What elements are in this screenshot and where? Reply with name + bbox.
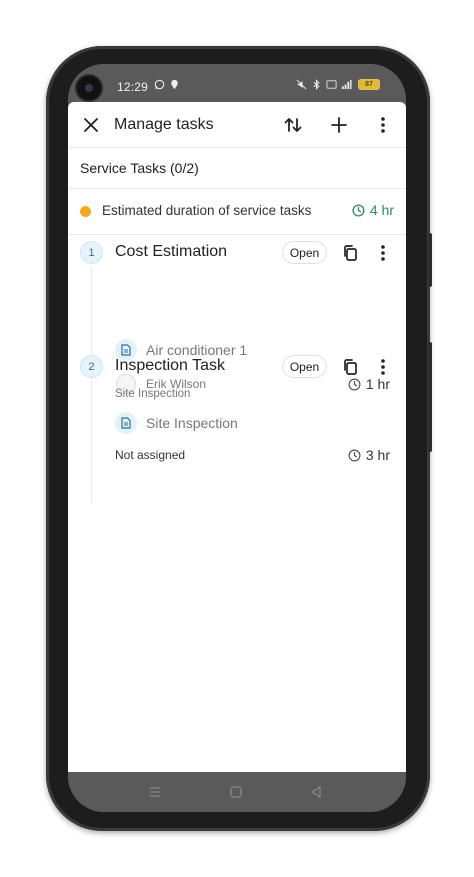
section-title: Service Tasks (0/2): [80, 160, 199, 176]
front-camera: [77, 76, 101, 100]
page-title: Manage tasks: [114, 116, 214, 133]
task-duration: 3 hr: [348, 447, 390, 463]
volte-icon: [326, 80, 337, 89]
asset-name[interactable]: Site Inspection: [146, 415, 238, 431]
estimated-duration-text: 4 hr: [369, 202, 394, 218]
volume-button: [428, 233, 432, 287]
clock-icon: [352, 203, 365, 217]
app-content: Manage tasks Service Tasks (0/2) Estimat…: [68, 102, 406, 772]
status-bar: 12:29 87: [68, 64, 406, 104]
mute-icon: [296, 79, 307, 90]
more-vert-icon[interactable]: [370, 112, 396, 138]
battery-indicator: 87: [358, 79, 380, 90]
top-app-bar: Manage tasks: [68, 102, 406, 148]
status-time: 12:29: [117, 80, 149, 94]
signal-icon: [341, 79, 352, 90]
task-number: 1: [80, 241, 103, 264]
more-vert-icon[interactable]: [372, 356, 394, 378]
menu-nav-icon[interactable]: [145, 782, 165, 802]
task-duration-text: 3 hr: [365, 447, 390, 463]
location-icon: [171, 79, 178, 90]
add-icon[interactable]: [326, 112, 352, 138]
status-dot: [80, 206, 91, 217]
power-button: [428, 342, 432, 452]
task-subtitle: Site Inspection: [115, 388, 191, 400]
estimated-duration-label: Estimated duration of service tasks: [102, 203, 312, 218]
document-icon: [115, 412, 137, 434]
copy-icon[interactable]: [339, 356, 361, 378]
estimated-duration-row: Estimated duration of service tasks 4 hr: [68, 198, 406, 226]
copy-icon[interactable]: [339, 242, 361, 264]
clock-icon: [348, 449, 361, 461]
task-duration: 1 hr: [348, 376, 390, 392]
system-icons: [296, 79, 352, 90]
assignee-name: Not assigned: [115, 448, 186, 462]
asset-name[interactable]: Air conditioner 1: [146, 342, 247, 358]
divider: [68, 188, 406, 189]
bluetooth-icon: [313, 79, 320, 90]
status-chip[interactable]: Open: [282, 355, 327, 378]
clock-icon: [348, 378, 361, 390]
close-icon[interactable]: [78, 112, 104, 138]
estimated-duration-value: 4 hr: [352, 202, 394, 218]
home-nav-icon[interactable]: [226, 782, 246, 802]
task-number: 2: [80, 355, 103, 378]
back-nav-icon[interactable]: [306, 782, 326, 802]
screen: 12:29 87 Manage tasks Service Tasks (0/2…: [68, 64, 406, 812]
task-duration-text: 1 hr: [365, 376, 390, 392]
notification-icons: [154, 79, 180, 90]
task-name[interactable]: Inspection Task: [115, 357, 225, 375]
more-vert-icon[interactable]: [372, 242, 394, 264]
whatsapp-icon: [154, 79, 165, 90]
system-nav-bar: [68, 772, 406, 812]
timeline-line: [91, 267, 92, 503]
sort-icon[interactable]: [280, 112, 306, 138]
task-name[interactable]: Cost Estimation: [115, 243, 227, 261]
divider: [68, 234, 406, 235]
status-chip[interactable]: Open: [282, 241, 327, 264]
